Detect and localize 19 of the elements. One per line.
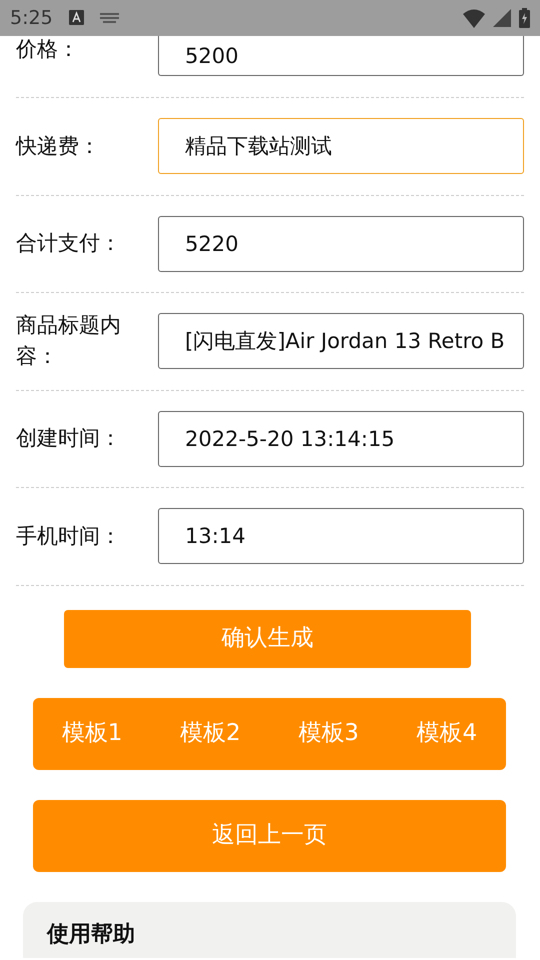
input-field[interactable]: [闪电直发]Air Jordan 13 Retro B	[158, 313, 524, 370]
status-time: 5:25	[10, 6, 53, 31]
field-label: 快递费：	[16, 132, 101, 160]
wifi-icon	[463, 8, 485, 28]
input-field[interactable]: 精品下载站测试	[158, 118, 524, 174]
input-field[interactable]: 5200	[158, 36, 524, 76]
field-label: 创建时间：	[16, 425, 122, 452]
input-field[interactable]: 13:14	[158, 508, 524, 564]
help-title: 使用帮助	[47, 920, 136, 948]
keyboard-language-icon	[68, 10, 84, 26]
input-field[interactable]: 2022-5-20 13:14:15	[158, 410, 524, 467]
field-label: 商品标题内容：	[16, 312, 122, 370]
keyboard-icon	[100, 13, 119, 23]
field-label: 价格：	[16, 36, 80, 63]
input-field[interactable]: 5220	[158, 216, 524, 272]
signal-icon	[493, 9, 511, 27]
battery-charging-icon	[519, 8, 530, 28]
field-label: 手机时间：	[16, 522, 122, 550]
field-label: 合计支付：	[16, 230, 122, 257]
